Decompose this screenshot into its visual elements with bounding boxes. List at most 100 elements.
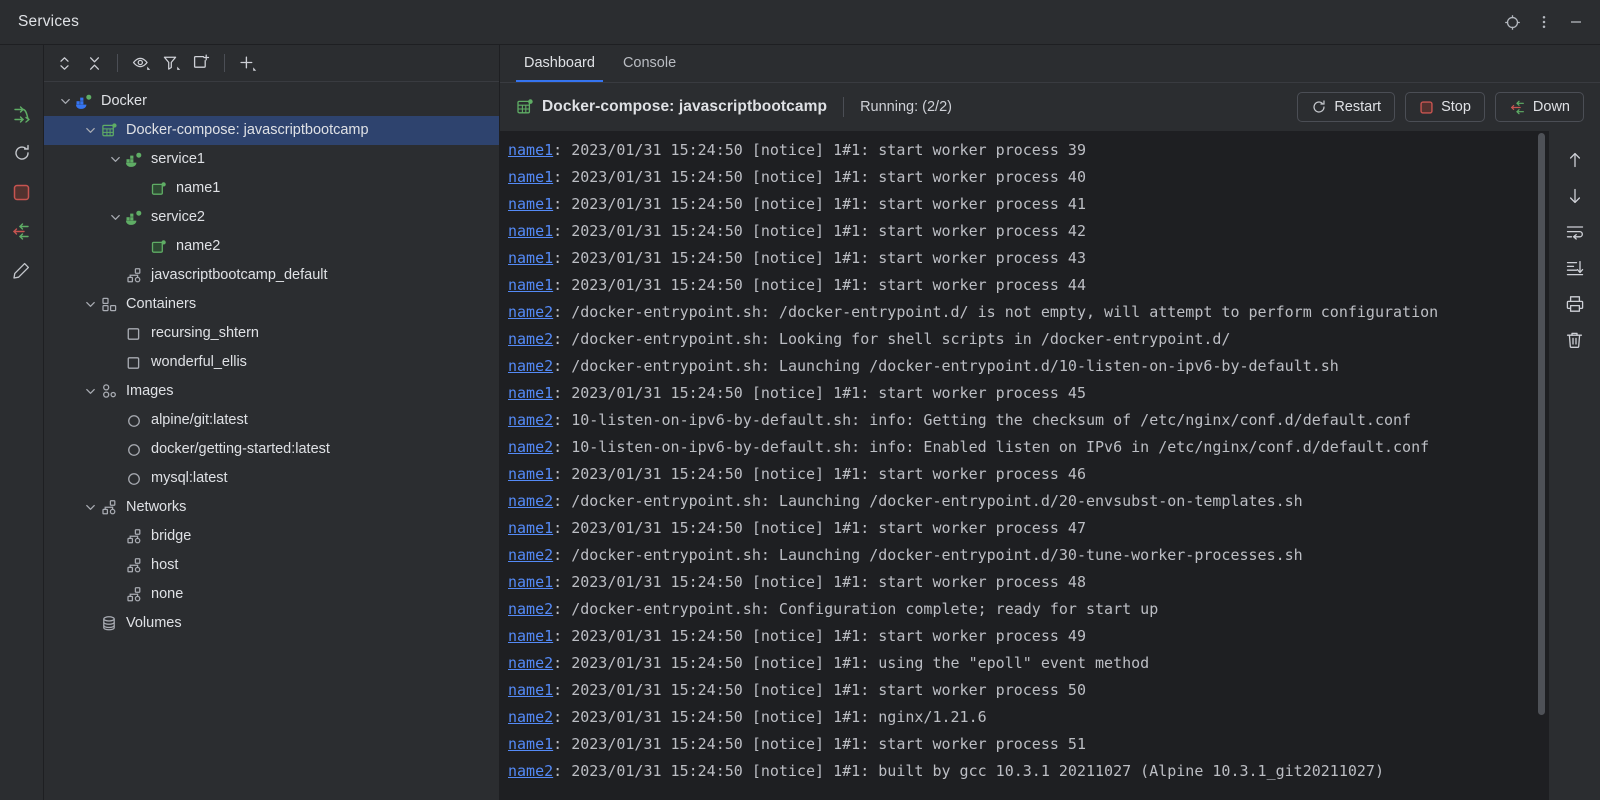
- scroll-to-end-icon[interactable]: [1560, 255, 1590, 281]
- network-icon: [99, 499, 119, 516]
- log-source-link[interactable]: name1: [508, 249, 553, 267]
- containers-icon: [99, 296, 119, 313]
- log-source-link[interactable]: name2: [508, 411, 553, 429]
- down-icon[interactable]: [9, 218, 35, 244]
- tree-item[interactable]: name1: [44, 174, 499, 203]
- new-tab-icon[interactable]: [187, 50, 215, 76]
- log-source-link[interactable]: name1: [508, 681, 553, 699]
- chevron-down-icon[interactable]: [81, 122, 99, 140]
- log-source-link[interactable]: name1: [508, 141, 553, 159]
- log-source-link[interactable]: name1: [508, 168, 553, 186]
- chevron-down-icon[interactable]: [81, 296, 99, 314]
- down-button-label: Down: [1533, 99, 1570, 115]
- tab-dashboard[interactable]: Dashboard: [510, 44, 609, 82]
- view-options-icon[interactable]: [127, 50, 155, 76]
- log-separator: :: [553, 492, 571, 510]
- tree-item[interactable]: recursing_shtern: [44, 319, 499, 348]
- tree-item[interactable]: service2: [44, 203, 499, 232]
- soft-wrap-icon[interactable]: [1560, 219, 1590, 245]
- log-source-link[interactable]: name2: [508, 762, 553, 780]
- compose-title: Docker-compose: javascriptbootcamp: [542, 98, 827, 116]
- log-source-link[interactable]: name2: [508, 708, 553, 726]
- stop-button[interactable]: Stop: [1405, 92, 1485, 122]
- log-source-link[interactable]: name1: [508, 222, 553, 240]
- tree-item[interactable]: Docker: [44, 87, 499, 116]
- log-source-link[interactable]: name1: [508, 276, 553, 294]
- log-source-link[interactable]: name1: [508, 195, 553, 213]
- log-source-link[interactable]: name2: [508, 492, 553, 510]
- tree-item[interactable]: javascriptbootcamp_default: [44, 261, 499, 290]
- tree-item[interactable]: alpine/git:latest: [44, 406, 499, 435]
- tree-item[interactable]: bridge: [44, 522, 499, 551]
- tree-item-label: bridge: [151, 529, 191, 544]
- log-source-link[interactable]: name1: [508, 465, 553, 483]
- log-scrollbar[interactable]: [1534, 131, 1548, 800]
- log-message: 2023/01/31 15:24:50 [notice] 1#1: start …: [571, 249, 1086, 267]
- log-source-link[interactable]: name1: [508, 519, 553, 537]
- log-line: name2: 2023/01/31 15:24:50 [notice] 1#1:…: [508, 704, 1534, 731]
- tree-item[interactable]: mysql:latest: [44, 464, 499, 493]
- log-scrollbar-thumb[interactable]: [1538, 133, 1545, 715]
- chevron-down-icon[interactable]: [81, 499, 99, 517]
- expand-collapse-icon[interactable]: [50, 50, 78, 76]
- volumes-icon: [99, 615, 119, 632]
- edit-icon[interactable]: [9, 257, 35, 283]
- more-options-icon[interactable]: [1530, 8, 1558, 36]
- tab-console[interactable]: Console: [609, 44, 690, 82]
- tree-item[interactable]: Docker-compose: javascriptbootcamp: [44, 116, 499, 145]
- log-source-link[interactable]: name1: [508, 384, 553, 402]
- chevron-down-icon[interactable]: [106, 151, 124, 169]
- collapse-all-icon[interactable]: [80, 50, 108, 76]
- tree-item-label: Networks: [126, 500, 186, 515]
- print-icon[interactable]: [1560, 291, 1590, 317]
- clear-all-icon[interactable]: [1560, 327, 1590, 353]
- deploy-up-icon[interactable]: [9, 101, 35, 127]
- log-output[interactable]: name1: 2023/01/31 15:24:50 [notice] 1#1:…: [500, 131, 1534, 800]
- log-source-link[interactable]: name2: [508, 303, 553, 321]
- tree-item[interactable]: Networks: [44, 493, 499, 522]
- log-line: name2: /docker-entrypoint.sh: Launching …: [508, 542, 1534, 569]
- image-icon: [124, 471, 144, 487]
- tree-item[interactable]: host: [44, 551, 499, 580]
- minimize-icon[interactable]: [1562, 8, 1590, 36]
- log-source-link[interactable]: name1: [508, 573, 553, 591]
- locate-icon[interactable]: [1498, 8, 1526, 36]
- stop-icon[interactable]: [9, 179, 35, 205]
- tree-item[interactable]: Images: [44, 377, 499, 406]
- services-tree[interactable]: Docker Docker-compose: javascriptbootcam…: [44, 82, 499, 800]
- chevron-down-icon[interactable]: [81, 383, 99, 401]
- tree-item[interactable]: wonderful_ellis: [44, 348, 499, 377]
- log-line: name1: 2023/01/31 15:24:50 [notice] 1#1:…: [508, 569, 1534, 596]
- log-message: /docker-entrypoint.sh: Looking for shell…: [571, 330, 1230, 348]
- tree-item[interactable]: Volumes: [44, 609, 499, 638]
- log-source-link[interactable]: name2: [508, 330, 553, 348]
- tree-item[interactable]: service1: [44, 145, 499, 174]
- log-source-link[interactable]: name2: [508, 654, 553, 672]
- add-icon[interactable]: [234, 50, 262, 76]
- container-green-icon: [149, 181, 169, 197]
- down-button[interactable]: Down: [1495, 92, 1584, 122]
- tree-item[interactable]: none: [44, 580, 499, 609]
- tree-item[interactable]: Containers: [44, 290, 499, 319]
- filter-icon[interactable]: [157, 50, 185, 76]
- panel-tabs[interactable]: DashboardConsole: [500, 45, 1600, 83]
- log-line: name1: 2023/01/31 15:24:50 [notice] 1#1:…: [508, 137, 1534, 164]
- log-source-link[interactable]: name2: [508, 600, 553, 618]
- scroll-down-icon[interactable]: [1560, 183, 1590, 209]
- log-source-link[interactable]: name1: [508, 735, 553, 753]
- log-message: 2023/01/31 15:24:50 [notice] 1#1: start …: [571, 276, 1086, 294]
- log-source-link[interactable]: name2: [508, 438, 553, 456]
- restart-icon[interactable]: [9, 140, 35, 166]
- log-source-link[interactable]: name1: [508, 627, 553, 645]
- scroll-up-icon[interactable]: [1560, 147, 1590, 173]
- tree-item[interactable]: name2: [44, 232, 499, 261]
- chevron-down-icon[interactable]: [56, 93, 74, 111]
- log-source-link[interactable]: name2: [508, 357, 553, 375]
- log-separator: :: [553, 249, 571, 267]
- log-message: 2023/01/31 15:24:50 [notice] 1#1: using …: [571, 654, 1149, 672]
- chevron-down-icon[interactable]: [106, 209, 124, 227]
- log-source-link[interactable]: name2: [508, 546, 553, 564]
- log-separator: :: [553, 438, 571, 456]
- restart-button[interactable]: Restart: [1297, 92, 1395, 122]
- tree-item[interactable]: docker/getting-started:latest: [44, 435, 499, 464]
